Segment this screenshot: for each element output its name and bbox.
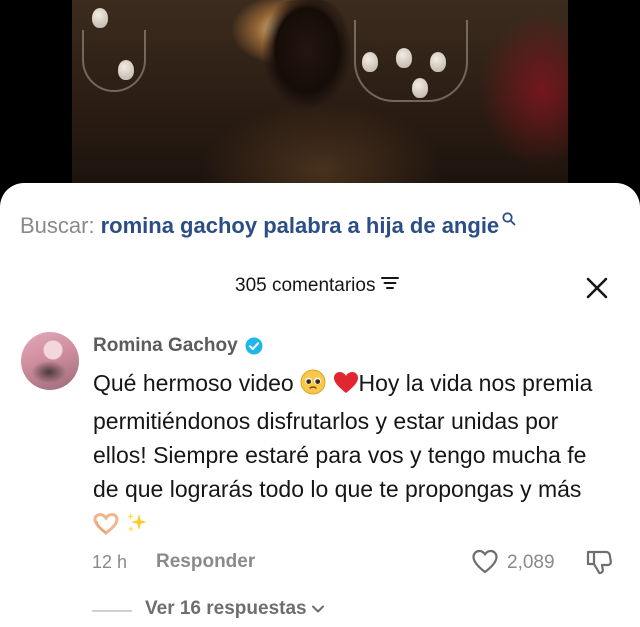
chevron-down-icon [311, 605, 324, 613]
search-icon [502, 206, 516, 232]
sort-icon[interactable] [381, 275, 400, 297]
comments-header: 305 comentarios [0, 271, 640, 303]
comment-count-label: 305 comentarios [235, 275, 376, 296]
video-cakepop [412, 78, 428, 98]
comments-sheet: Buscar: romina gachoy palabra a hija de … [0, 183, 640, 627]
video-cake-stand-left [82, 30, 146, 92]
verified-badge-icon [245, 337, 263, 355]
comment-text-part1: Qué hermoso video [93, 370, 301, 396]
close-icon [586, 277, 608, 299]
view-replies-button[interactable]: Ver 16 respuestas [145, 598, 325, 620]
like-count: 2,089 [507, 552, 555, 573]
sparkles-emoji-icon [125, 510, 149, 544]
reply-button[interactable]: Responder [156, 551, 255, 573]
view-replies-label: Ver 16 respuestas [145, 598, 307, 619]
dislike-button[interactable] [585, 548, 613, 576]
video-cakepop [430, 52, 446, 72]
search-prefix: Buscar: [20, 213, 95, 238]
comment-text: Qué hermoso video Hoy la vida nos premia… [93, 366, 613, 544]
video-cakepop [118, 60, 134, 80]
video-frame [72, 0, 568, 200]
search-query-link[interactable]: romina gachoy palabra a hija de angie [101, 213, 500, 239]
comment-timestamp: 12 h [92, 552, 128, 572]
video-cakepop [396, 48, 412, 68]
video-cakepop [362, 52, 378, 72]
pleading-face-emoji-icon [300, 369, 326, 404]
comment-meta-row: 12 h Responder 2,089 [0, 548, 640, 578]
video-person [252, 0, 362, 120]
comment-author-row: Romina Gachoy [93, 335, 263, 357]
replies-divider [92, 610, 132, 612]
heart-hands-emoji-icon [93, 510, 119, 544]
close-button[interactable] [584, 275, 610, 301]
heart-outline-icon [472, 549, 498, 574]
comment-author[interactable]: Romina Gachoy [93, 335, 238, 357]
video-cakepop [92, 8, 108, 28]
replies-row: Ver 16 respuestas [0, 596, 640, 626]
video-player[interactable] [0, 0, 640, 200]
search-suggestion[interactable]: Buscar: romina gachoy palabra a hija de … [20, 211, 516, 241]
avatar[interactable] [21, 332, 79, 390]
red-heart-emoji-icon [333, 370, 359, 404]
like-button[interactable] [471, 548, 499, 576]
thumbs-down-icon [586, 550, 612, 575]
comment-count[interactable]: 305 comentarios [235, 275, 400, 297]
